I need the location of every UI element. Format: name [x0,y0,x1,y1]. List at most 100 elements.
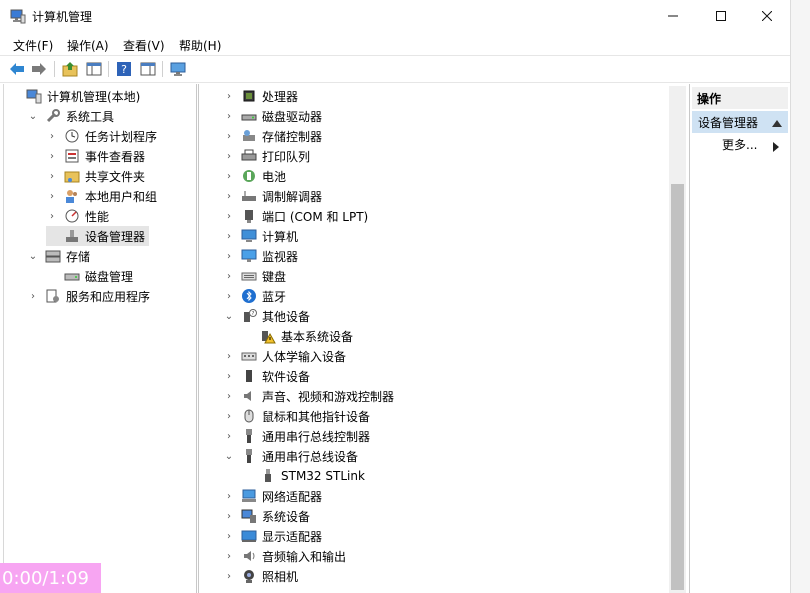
tree-item-label: 系统工具 [66,109,115,124]
back-icon[interactable] [8,60,26,78]
chevron-right-icon[interactable]: › [46,211,58,222]
tree-item[interactable]: 设备管理器 [46,226,150,246]
chevron-right-icon[interactable]: › [46,131,58,142]
close-button[interactable] [744,0,790,32]
device-category[interactable]: › 打印队列 [223,146,310,166]
device-category[interactable]: › 声音、视频和游戏控制器 [223,386,394,406]
tree-item[interactable]: › 本地用户和组 [46,186,157,206]
device-category[interactable]: › 照相机 [223,566,298,586]
mouse-icon [241,408,257,424]
chevron-right-icon[interactable]: › [223,271,235,282]
tree-item[interactable]: ⌄ 系统工具 [27,106,114,126]
device-category[interactable]: › 人体学输入设备 [223,346,346,366]
device-category[interactable]: ⌄ 通用串行总线设备 [223,446,358,466]
device-category[interactable]: › 音频输入和输出 [223,546,346,566]
device-category-label: STM32 STLink [281,469,365,483]
device-category[interactable]: › 键盘 [223,266,286,286]
device-category-label: 蓝牙 [262,289,287,304]
tree-item[interactable]: 磁盘管理 [46,266,133,286]
tree-item[interactable]: › 服务和应用程序 [27,286,150,306]
chevron-right-icon[interactable]: › [223,291,235,302]
device-category[interactable]: › 通用串行总线控制器 [223,426,370,446]
device-category[interactable]: › 调制解调器 [223,186,322,206]
device-category[interactable]: › 电池 [223,166,286,186]
device-category[interactable]: › 鼠标和其他指针设备 [223,406,370,426]
device-category[interactable]: › 计算机 [223,226,298,246]
display-adapter-icon [241,528,257,544]
chevron-right-icon[interactable]: › [46,151,58,162]
device-category[interactable]: › 软件设备 [223,366,310,386]
computer-management-icon [26,88,42,104]
device-category[interactable]: › 存储控制器 [223,126,322,146]
device-category[interactable]: › 监视器 [223,246,298,266]
tree-item[interactable]: 计算机管理(本地) [8,86,140,106]
chevron-right-icon[interactable]: › [223,131,235,142]
chevron-right-icon[interactable]: › [223,571,235,582]
chevron-right-icon[interactable]: › [223,411,235,422]
help-icon[interactable]: ? [115,60,133,78]
chevron-right-icon[interactable]: › [223,211,235,222]
chevron-right-icon[interactable]: › [223,351,235,362]
device-category[interactable]: ⌄? 其他设备 [223,306,310,326]
battery-icon [241,168,257,184]
chevron-right-icon[interactable]: › [223,251,235,262]
chevron-right-icon[interactable]: › [223,491,235,502]
unknown-device-icon: ? [241,308,257,324]
chevron-down-icon[interactable]: ⌄ [27,111,39,122]
disk-drive-icon [241,108,257,124]
menu-help[interactable]: 帮助(H) [179,37,221,54]
device-category[interactable]: › 端口 (COM 和 LPT) [223,206,368,226]
device-category[interactable]: › 蓝牙 [223,286,286,306]
chevron-right-icon[interactable]: › [223,231,235,242]
chevron-down-icon[interactable]: ⌄ [27,251,39,262]
menu-file[interactable]: 文件(F) [13,37,53,54]
more-actions-link[interactable]: 更多... [722,136,757,153]
device-category[interactable]: 基本系统设备 [242,326,353,346]
menu-action[interactable]: 操作(A) [67,37,109,54]
tree-item[interactable]: › 任务计划程序 [46,126,157,146]
up-folder-icon[interactable] [61,60,79,78]
show-hide-action-pane-icon[interactable] [139,60,157,78]
network-adapter-icon [241,488,257,504]
tree-item-label: 事件查看器 [85,149,146,164]
collapse-up-icon[interactable] [772,116,782,130]
device-category[interactable]: › 网络适配器 [223,486,322,506]
chevron-right-icon[interactable]: › [223,111,235,122]
device-category[interactable]: › 磁盘驱动器 [223,106,322,126]
chevron-down-icon[interactable]: ⌄ [223,451,235,462]
show-hide-tree-icon[interactable] [85,60,103,78]
device-category-label: 照相机 [262,569,299,584]
maximize-button[interactable] [698,0,744,32]
chevron-right-icon[interactable]: › [46,171,58,182]
device-category[interactable]: › 系统设备 [223,506,310,526]
chevron-right-icon[interactable]: › [223,91,235,102]
chevron-right-icon[interactable]: › [223,191,235,202]
chevron-right-icon[interactable]: › [223,391,235,402]
computer-icon [241,228,257,244]
chevron-right-icon[interactable]: › [223,531,235,542]
device-category[interactable]: STM32 STLink [242,466,365,486]
toolbar-separator [108,61,109,77]
chevron-right-icon[interactable]: › [223,551,235,562]
chevron-right-icon[interactable]: › [223,511,235,522]
minimize-button[interactable] [650,0,696,32]
scrollbar-thumb[interactable] [671,184,684,590]
svg-text:?: ? [121,63,127,76]
tree-item[interactable]: › 性能 [46,206,109,226]
chevron-right-icon[interactable]: › [223,431,235,442]
chevron-right-icon[interactable]: › [46,191,58,202]
tree-item[interactable]: › 事件查看器 [46,146,145,166]
device-category[interactable]: › 显示适配器 [223,526,322,546]
tree-item[interactable]: › 共享文件夹 [46,166,145,186]
chevron-right-icon[interactable]: › [223,171,235,182]
forward-icon[interactable] [30,60,48,78]
device-category[interactable]: › 处理器 [223,86,298,106]
chevron-right-icon[interactable]: › [223,371,235,382]
actions-section-device-manager[interactable]: 设备管理器 [692,111,788,133]
chevron-down-icon[interactable]: ⌄ [223,311,235,322]
tree-item[interactable]: ⌄ 存储 [27,246,90,266]
display-device-icon[interactable] [169,60,187,78]
menu-view[interactable]: 查看(V) [123,37,165,54]
chevron-right-icon[interactable]: › [223,151,235,162]
chevron-right-icon[interactable]: › [27,291,39,302]
